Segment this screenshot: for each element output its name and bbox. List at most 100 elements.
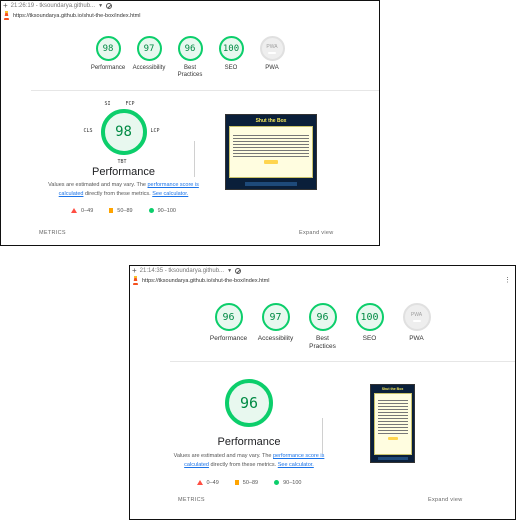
gauge-label: Performance: [90, 65, 126, 71]
gauge-label: Accessibility: [257, 335, 294, 342]
rules-line: [377, 418, 408, 419]
score-legend: 0–49 50–89 90–100: [165, 480, 333, 486]
gauge-ring: 100: [355, 303, 384, 331]
url-bar: https://tksoundarya.github.io/shut-the-b…: [130, 275, 515, 286]
legend-good-label: 90–100: [283, 479, 302, 486]
gauge-label: PWA: [409, 335, 424, 342]
play-button-thumb: [264, 160, 278, 164]
shot-title: Shut the Box: [255, 118, 287, 124]
expand-view-button[interactable]: Expand view: [299, 230, 334, 236]
metric-fcp-label: FCP: [125, 101, 135, 107]
legend-average: 50–89: [234, 480, 258, 486]
circle-icon: [148, 208, 154, 214]
circle-icon: [274, 480, 280, 486]
desc-text: Values are estimated and may vary. The: [173, 453, 273, 459]
gauge-ring: 97: [136, 36, 162, 61]
rules-line: [233, 150, 309, 151]
rules-line: [377, 430, 408, 431]
rules-line: [233, 147, 309, 148]
legend-good: 90–100: [274, 480, 301, 486]
gauge-label: Accessibility: [132, 65, 166, 71]
expand-view-button[interactable]: Expand view: [428, 497, 463, 503]
chevron-down-icon[interactable]: ▼: [227, 268, 232, 274]
gauge-ring-pwa: PWA: [402, 303, 431, 331]
gauge-ring: 100: [218, 36, 244, 61]
gauge-ring: 96: [214, 303, 243, 331]
lighthouse-report-1: + 21:26:19 - tksoundarya.github... ▼ htt…: [0, 0, 380, 246]
plus-icon[interactable]: +: [3, 1, 8, 10]
desc-text: directly from these metrics.: [83, 190, 153, 197]
gauge-pwa[interactable]: PWA PWA: [393, 303, 440, 351]
kebab-menu-icon[interactable]: ⋮: [504, 276, 511, 284]
metrics-label: METRICS: [178, 497, 205, 503]
gauge-ring-pwa: PWA: [259, 36, 285, 61]
rules-line: [377, 412, 408, 413]
performance-title: Performance: [92, 166, 155, 178]
vertical-divider: [194, 141, 195, 177]
legend-good-label: 90–100: [157, 207, 176, 214]
vertical-divider: [322, 418, 323, 454]
shot-title: Shut the Box: [381, 387, 404, 391]
report-topbar: + 21:14:35 - tksoundarya.github... ▼: [130, 266, 515, 275]
performance-section: 96 Performance Values are estimated and …: [165, 379, 333, 486]
gauge-best-practices[interactable]: 96 Best Practices: [299, 303, 346, 351]
performance-description: Values are estimated and may vary. The p…: [165, 452, 333, 470]
gauge-seo[interactable]: 100 SEO: [211, 36, 252, 79]
rules-line: [233, 144, 309, 145]
score-gauges: 96 Performance 97 Accessibility 96 Best …: [130, 303, 515, 351]
score-gauges: 98 Performance 97 Accessibility 96 Best …: [1, 36, 379, 79]
rules-line: [377, 406, 408, 407]
gauge-accessibility[interactable]: 97 Accessibility: [252, 303, 299, 351]
play-button-thumb: [387, 437, 398, 440]
legend-poor-label: 0–49: [81, 207, 94, 214]
gauge-performance[interactable]: 98 Performance: [88, 36, 129, 79]
performance-description: Values are estimated and may vary. The p…: [46, 181, 201, 199]
rules-line: [377, 409, 408, 410]
performance-big-gauge: 98: [100, 109, 147, 155]
lighthouse-report-2: + 21:14:35 - tksoundarya.github... ▼ htt…: [129, 265, 516, 520]
square-icon: [234, 480, 239, 486]
square-icon: [109, 208, 114, 214]
plus-icon[interactable]: +: [132, 266, 137, 275]
gauge-seo[interactable]: 100 SEO: [346, 303, 393, 351]
divider: [170, 361, 515, 362]
gauge-ring: 96: [308, 303, 337, 331]
no-sign-icon[interactable]: [235, 267, 242, 274]
page-screenshot-thumbnail[interactable]: Shut the Box: [370, 384, 415, 463]
desc-text: Values are estimated and may vary. The: [48, 182, 148, 188]
performance-title: Performance: [217, 436, 281, 448]
metric-cls-label: CLS: [83, 128, 93, 134]
report-url[interactable]: https://tksoundarya.github.io/shut-the-b…: [13, 13, 141, 19]
see-calculator-link[interactable]: See calculator.: [152, 191, 188, 197]
shot-footer: [245, 182, 297, 186]
gauge-ring: 97: [261, 303, 290, 331]
report-time[interactable]: 21:14:35 - tksoundarya.github...: [140, 268, 224, 274]
rules-line: [377, 421, 408, 422]
rules-line: [377, 433, 408, 434]
rules-card: [229, 126, 313, 178]
gauge-label: PWA: [265, 65, 279, 71]
performance-section: 98 SI FCP CLS LCP TBT Performance Values…: [46, 101, 201, 214]
gauge-best-practices[interactable]: 96 Best Practices: [170, 36, 211, 79]
report-time[interactable]: 21:26:19 - tksoundarya.github...: [11, 3, 95, 9]
pwa-badge-text: PWA: [410, 312, 423, 318]
divider: [31, 90, 379, 91]
gauge-label: Best Practices: [309, 335, 336, 350]
rules-line: [233, 156, 309, 157]
no-sign-icon[interactable]: [106, 2, 113, 9]
gauge-pwa[interactable]: PWA PWA: [252, 36, 293, 79]
gauge-accessibility[interactable]: 97 Accessibility: [129, 36, 170, 79]
gauge-ring: 96: [177, 36, 203, 61]
rules-line: [233, 141, 309, 142]
chevron-down-icon[interactable]: ▼: [98, 3, 103, 9]
rules-heading: [230, 129, 312, 133]
page-screenshot-thumbnail[interactable]: Shut the Box: [225, 114, 317, 190]
report-url[interactable]: https://tksoundarya.github.io/shut-the-b…: [142, 278, 270, 284]
see-calculator-link[interactable]: See calculator.: [278, 462, 314, 468]
gauge-label: Best Practices: [177, 65, 203, 79]
triangle-icon: [71, 208, 78, 214]
rules-line: [233, 135, 309, 136]
metrics-label: METRICS: [39, 230, 66, 236]
triangle-icon: [196, 480, 203, 486]
gauge-performance[interactable]: 96 Performance: [205, 303, 252, 351]
